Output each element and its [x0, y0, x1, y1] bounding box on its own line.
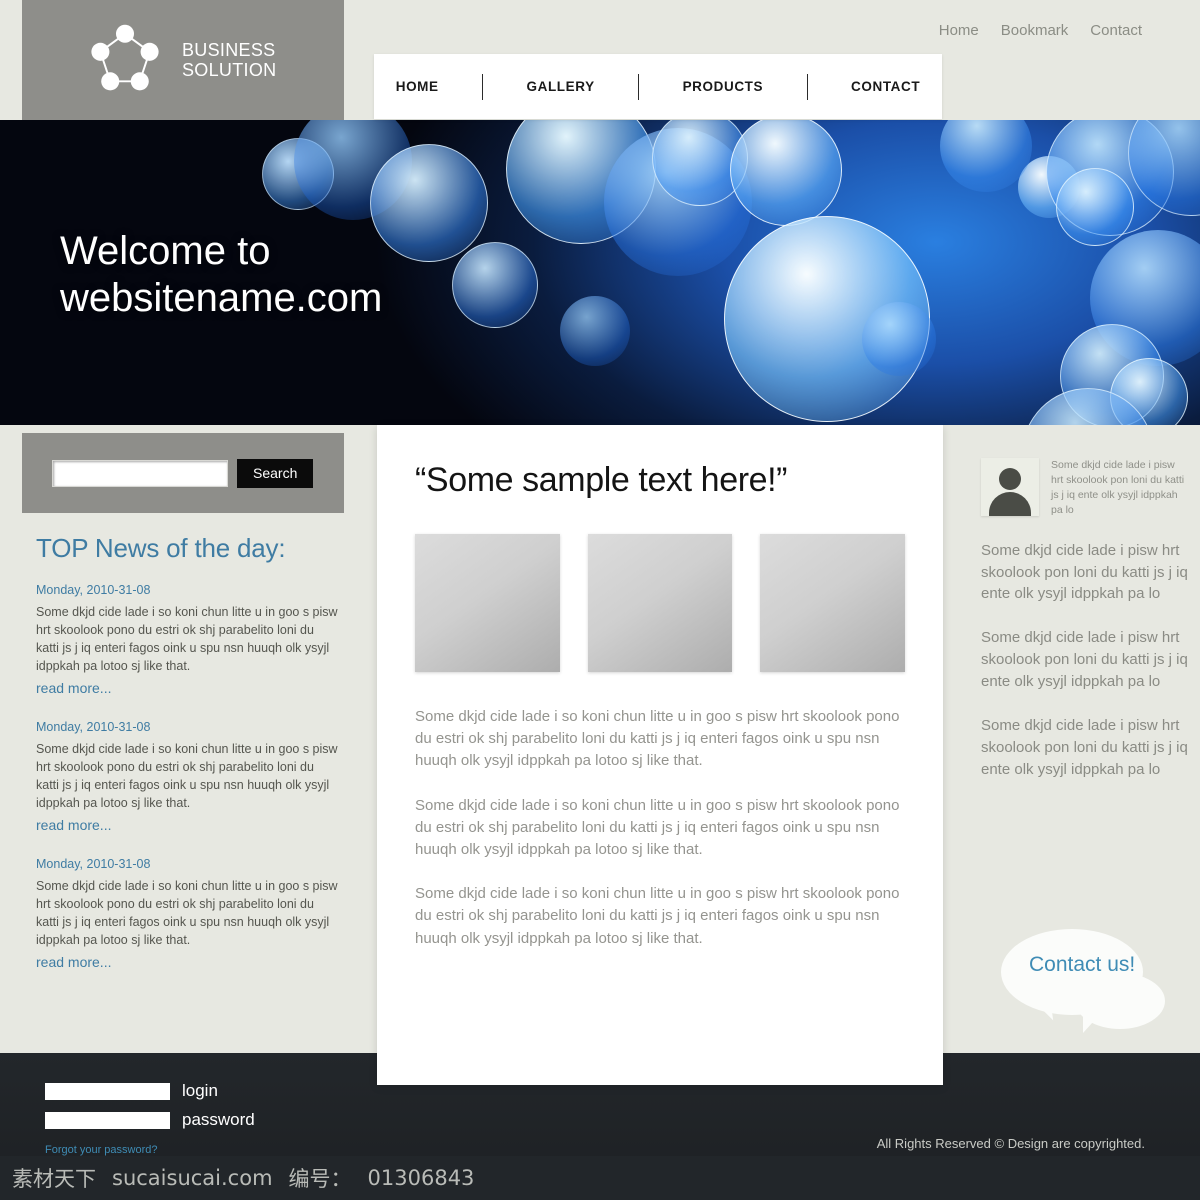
image-placeholder[interactable]	[760, 534, 906, 672]
news-read-more-link[interactable]: read more...	[36, 817, 111, 833]
news-date: Monday, 2010-31-08	[36, 857, 151, 871]
hero-banner: Welcome to websitename.com	[0, 120, 1200, 425]
main-paragraph: Some dkjd cide lade i so koni chun litte…	[415, 885, 900, 947]
search-button[interactable]: Search	[237, 458, 314, 488]
contact-us-widget[interactable]: Contact us!	[961, 927, 1187, 1033]
login-username-input[interactable]	[45, 1082, 170, 1100]
news-body: Some dkjd cide lade i so koni chun litte…	[36, 605, 338, 673]
utility-nav-item-bookmark[interactable]: Bookmark	[1001, 22, 1069, 39]
utility-nav: Home Bookmark Contact	[939, 22, 1142, 39]
utility-nav-item-contact[interactable]: Contact	[1090, 22, 1142, 39]
nav-item-home[interactable]: HOME	[396, 79, 439, 94]
profile-block: Some dkjd cide lade i pisw hrt skoolook …	[981, 458, 1188, 518]
right-sidebar: Some dkjd cide lade i pisw hrt skoolook …	[943, 425, 1200, 1053]
nav-separator	[806, 73, 808, 100]
watermark-id-label: 编号：	[288, 1167, 352, 1191]
speech-bubble-tail	[1012, 986, 1054, 1026]
profile-text: Some dkjd cide lade i pisw hrt skoolook …	[1051, 459, 1185, 516]
logo-text: BUSINESS SOLUTION	[182, 40, 276, 80]
news-body: Some dkjd cide lade i so koni chun litte…	[36, 879, 338, 947]
watermark-site-url: sucaisucai.com	[112, 1166, 273, 1190]
logo-block[interactable]: BUSINESS SOLUTION	[22, 0, 344, 120]
login-password-row: password	[45, 1110, 255, 1130]
watermark-bar: 素材天下 sucaisucai.com 编号： 01306843	[0, 1156, 1200, 1200]
logo-text-line2: SOLUTION	[182, 60, 277, 80]
main-content-card: “Some sample text here!” Some dkjd cide …	[377, 425, 943, 1085]
thumbnail-row	[415, 534, 906, 672]
sidebar-paragraph: Some dkjd cide lade i pisw hrt skoolook …	[981, 629, 1188, 691]
nav-separator	[638, 73, 640, 100]
hero-title-line2: websitename.com	[60, 276, 383, 321]
nav-item-contact[interactable]: CONTACT	[851, 79, 920, 94]
contact-us-link[interactable]: Contact us!	[1029, 953, 1135, 977]
forgot-password-link[interactable]: Forgot your password?	[45, 1144, 158, 1156]
image-placeholder[interactable]	[587, 534, 733, 672]
main-paragraph: Some dkjd cide lade i so koni chun litte…	[415, 796, 900, 858]
nav-separator	[482, 73, 484, 100]
news-date: Monday, 2010-31-08	[36, 720, 151, 734]
news-body: Some dkjd cide lade i so koni chun litte…	[36, 742, 338, 810]
news-read-more-link[interactable]: read more...	[36, 680, 111, 696]
watermark-site-cn: 素材天下	[12, 1167, 96, 1191]
nav-item-products[interactable]: PRODUCTS	[683, 79, 764, 94]
copyright-text: All Rights Reserved © Design are copyrig…	[876, 1136, 1145, 1151]
image-placeholder[interactable]	[415, 534, 560, 672]
logo-text-line1: BUSINESS	[182, 39, 276, 60]
sidebar-paragraph: Some dkjd cide lade i pisw hrt skoolook …	[981, 541, 1188, 603]
login-username-label: login	[182, 1081, 218, 1100]
news-item: Monday, 2010-31-08 Some dkjd cide lade i…	[36, 857, 340, 972]
nav-item-gallery[interactable]: GALLERY	[527, 79, 595, 94]
speech-bubble-tail	[1083, 1011, 1111, 1033]
hero-title: Welcome to websitename.com	[60, 228, 382, 322]
news-list: Monday, 2010-31-08 Some dkjd cide lade i…	[36, 583, 340, 994]
search-input[interactable]	[52, 459, 228, 487]
news-heading: TOP News of the day:	[36, 533, 286, 563]
main-nav: HOME GALLERY PRODUCTS CONTACT	[374, 54, 942, 119]
search-panel: Search	[22, 433, 344, 513]
news-item: Monday, 2010-31-08 Some dkjd cide lade i…	[36, 720, 340, 835]
main-paragraph: Some dkjd cide lade i so koni chun litte…	[415, 708, 900, 770]
pentagon-network-logo-icon	[84, 19, 166, 101]
login-form: login password Forgot your password?	[45, 1081, 255, 1158]
user-silhouette-avatar-icon	[981, 458, 1039, 516]
login-password-input[interactable]	[45, 1111, 170, 1129]
left-sidebar: Search TOP News of the day: Monday, 2010…	[0, 425, 370, 1053]
login-password-label: password	[182, 1110, 255, 1129]
utility-nav-item-home[interactable]: Home	[939, 22, 979, 39]
news-read-more-link[interactable]: read more...	[36, 954, 111, 970]
hero-title-line1: Welcome to	[60, 229, 271, 273]
login-username-row: login	[45, 1081, 255, 1101]
news-date: Monday, 2010-31-08	[36, 583, 151, 597]
news-item: Monday, 2010-31-08 Some dkjd cide lade i…	[36, 583, 340, 698]
sidebar-paragraph: Some dkjd cide lade i pisw hrt skoolook …	[981, 716, 1188, 778]
watermark-id-value: 01306843	[367, 1166, 475, 1190]
main-heading: “Some sample text here!”	[415, 461, 788, 499]
